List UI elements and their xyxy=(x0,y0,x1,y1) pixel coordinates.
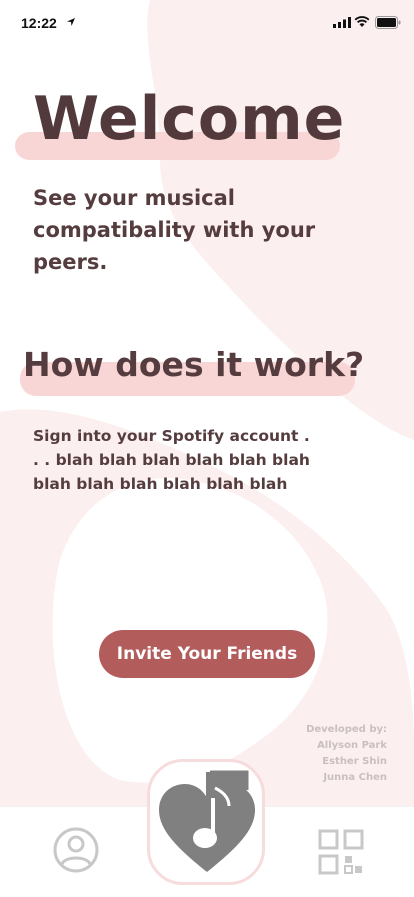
how-it-works-title: How does it work? xyxy=(23,345,365,384)
status-time: 12:22 xyxy=(21,15,57,31)
welcome-subtitle: See your musical compatibality with your… xyxy=(33,186,316,274)
battery-icon xyxy=(375,16,401,29)
profile-icon[interactable] xyxy=(52,826,100,874)
credits-name: Allyson Park xyxy=(317,740,387,751)
credits: Developed by: Allyson Park Esther Shin J… xyxy=(306,722,387,786)
credits-name: Esther Shin xyxy=(322,756,387,767)
how-it-works-body: Sign into your Spotify account . . . bla… xyxy=(33,427,310,493)
music-heart-icon[interactable] xyxy=(157,768,257,880)
wifi-icon xyxy=(354,16,370,27)
credits-name: Junna Chen xyxy=(323,772,387,783)
welcome-title: Welcome xyxy=(33,84,346,154)
qr-grid-icon[interactable] xyxy=(318,829,364,875)
credits-heading: Developed by: xyxy=(306,724,387,735)
cellular-signal-icon xyxy=(333,17,351,28)
status-bar: 12:22 xyxy=(0,0,414,44)
invite-friends-button[interactable]: Invite Your Friends xyxy=(99,630,315,678)
location-arrow-icon xyxy=(67,18,75,26)
